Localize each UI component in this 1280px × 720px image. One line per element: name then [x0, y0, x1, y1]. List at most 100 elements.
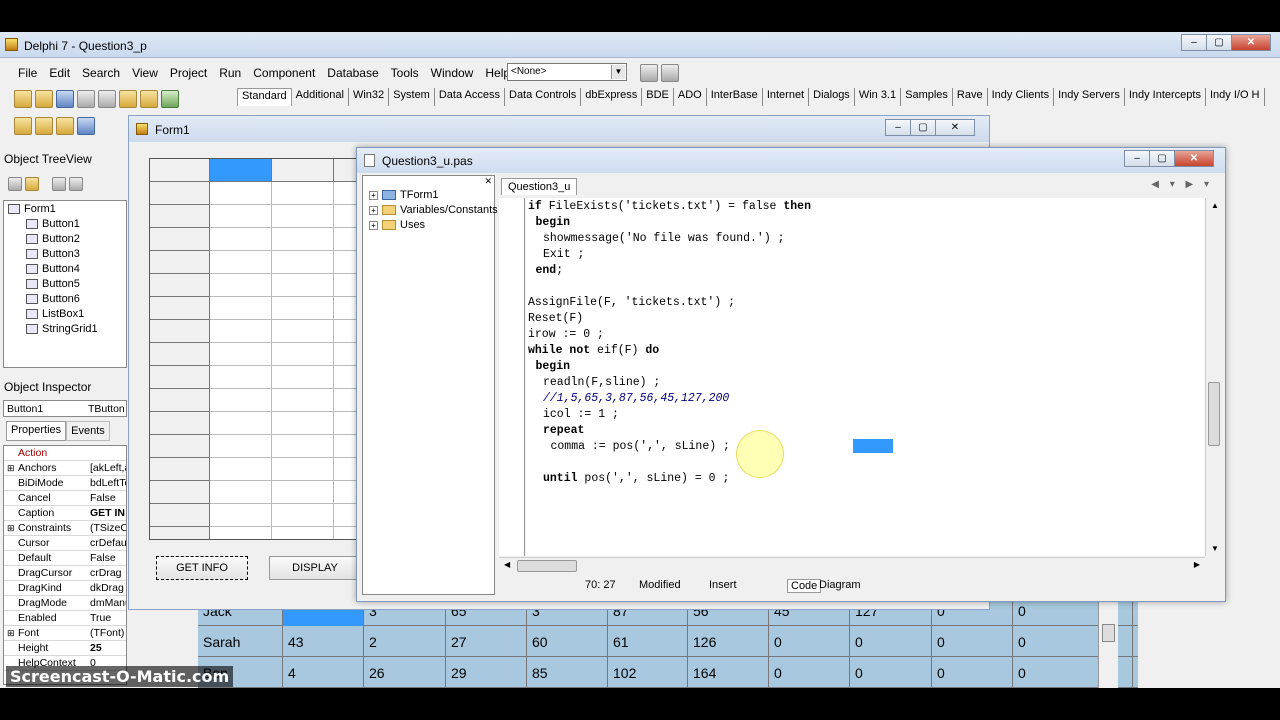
table-cell[interactable]: 0: [932, 657, 1013, 688]
scroll-left-icon[interactable]: ◀: [504, 560, 510, 569]
delete-icon[interactable]: [8, 177, 22, 191]
grid-cell[interactable]: [210, 228, 272, 251]
grid-cell[interactable]: [150, 481, 210, 504]
property-row[interactable]: ⊞Constraints (TSizeCo: [4, 521, 126, 536]
table-cell[interactable]: 0: [850, 626, 932, 657]
horizontal-scroll-thumb[interactable]: [517, 560, 577, 572]
code-line[interactable]: end;: [536, 264, 564, 277]
stringgrid1[interactable]: [149, 158, 359, 540]
table-cell[interactable]: 26: [364, 657, 446, 688]
grid-cell[interactable]: [272, 527, 334, 539]
grid-cell[interactable]: [150, 205, 210, 228]
grid-cell[interactable]: [272, 412, 334, 435]
code-line[interactable]: comma := pos(',', sLine) ;: [551, 440, 730, 453]
get-info-button[interactable]: GET INFO: [156, 556, 248, 580]
palette-tab-indy-servers[interactable]: Indy Servers: [1054, 88, 1125, 106]
nav-arrows-icon[interactable]: ◀ ▾ ▶ ▾: [1151, 179, 1213, 190]
code-line[interactable]: readln(F,sline) ;: [543, 376, 660, 389]
grid-cell[interactable]: [150, 320, 210, 343]
property-row[interactable]: Enabled True: [4, 611, 126, 626]
debug-desktop-icon[interactable]: [661, 64, 679, 82]
palette-tab-dialogs[interactable]: Dialogs: [809, 88, 855, 106]
new-icon[interactable]: [14, 90, 32, 108]
maximize-icon[interactable]: ▢: [910, 119, 936, 136]
code-line[interactable]: AssignFile(F, 'tickets.txt') ;: [528, 296, 735, 309]
minimize-icon[interactable]: –: [885, 119, 911, 136]
property-value[interactable]: dmManu: [90, 597, 126, 609]
code-line[interactable]: Exit ;: [543, 248, 584, 261]
table-cell[interactable]: 164: [688, 657, 769, 688]
menu-edit[interactable]: Edit: [43, 66, 76, 80]
grid-cell[interactable]: [272, 297, 334, 320]
grid-cell[interactable]: [210, 320, 272, 343]
app-grid-scrollbar[interactable]: [1098, 598, 1118, 688]
tree-item[interactable]: Button6: [26, 293, 80, 305]
vertical-scroll-thumb[interactable]: [1208, 382, 1220, 446]
palette-tab-win32[interactable]: Win32: [349, 88, 390, 106]
new-item-icon[interactable]: [25, 177, 39, 191]
property-value[interactable]: (TFont): [90, 627, 126, 639]
code-line[interactable]: showmessage('No file was found.') ;: [543, 232, 785, 245]
property-row[interactable]: DragKind dkDrag: [4, 581, 126, 596]
grid-cell[interactable]: [150, 366, 210, 389]
property-row[interactable]: DragMode dmManu: [4, 596, 126, 611]
grid-cell[interactable]: [272, 366, 334, 389]
grid-cell[interactable]: [210, 481, 272, 504]
grid-cell[interactable]: [272, 274, 334, 297]
tree-item[interactable]: Button3: [26, 248, 80, 260]
code-line[interactable]: begin: [536, 360, 571, 373]
property-value[interactable]: GET IN: [90, 507, 126, 519]
menu-tools[interactable]: Tools: [385, 66, 425, 80]
code-line[interactable]: until pos(',', sLine) = 0 ;: [543, 472, 729, 485]
close-icon[interactable]: ✕: [1174, 150, 1214, 167]
table-cell[interactable]: 0: [769, 626, 850, 657]
tree-item[interactable]: Button2: [26, 233, 80, 245]
palette-tab-ado[interactable]: ADO: [674, 88, 707, 106]
expand-icon[interactable]: ⊞: [7, 463, 15, 474]
grid-cell[interactable]: [210, 343, 272, 366]
palette-tab-system[interactable]: System: [389, 88, 435, 106]
grid-cell[interactable]: [150, 274, 210, 297]
grid-cell[interactable]: [272, 228, 334, 251]
maximize-icon[interactable]: ▢: [1149, 150, 1175, 167]
toggle-form-unit-icon[interactable]: [56, 117, 74, 135]
desktop-combo[interactable]: <None> ▼: [507, 63, 627, 81]
tree-item[interactable]: Button4: [26, 263, 80, 275]
editor-vertical-scrollbar[interactable]: ▲ ▼: [1205, 198, 1222, 556]
table-cell[interactable]: 29: [446, 657, 527, 688]
property-value[interactable]: (TSizeCo: [90, 522, 126, 534]
tree-item[interactable]: Button5: [26, 278, 80, 290]
explorer-item[interactable]: + Uses: [369, 219, 425, 231]
code-line[interactable]: icol := 1 ;: [543, 408, 619, 421]
remove-file-icon[interactable]: [140, 90, 158, 108]
grid-cell[interactable]: [210, 504, 272, 527]
tab-events[interactable]: Events: [66, 421, 110, 441]
property-value[interactable]: True: [90, 612, 126, 624]
tab-diagram[interactable]: Diagram: [819, 579, 861, 591]
grid-cell[interactable]: [150, 228, 210, 251]
scroll-down-icon[interactable]: ▼: [1211, 544, 1219, 553]
property-row[interactable]: Cancel False: [4, 491, 126, 506]
property-row[interactable]: Caption GET IN: [4, 506, 126, 521]
grid-cell[interactable]: [150, 159, 210, 182]
expand-icon[interactable]: ⊞: [7, 523, 15, 534]
grid-cell[interactable]: [272, 182, 334, 205]
code-line[interactable]: Reset(F): [528, 312, 583, 325]
property-row[interactable]: ⊞ Font (TFont): [4, 626, 126, 641]
property-value[interactable]: False: [90, 492, 126, 504]
save-desktop-icon[interactable]: [640, 64, 658, 82]
grid-cell[interactable]: [150, 504, 210, 527]
open-project-icon[interactable]: [98, 90, 116, 108]
minimize-icon[interactable]: –: [1181, 34, 1207, 51]
table-cell[interactable]: Sarah: [198, 626, 283, 657]
grid-cell[interactable]: [210, 389, 272, 412]
grid-cell[interactable]: [210, 458, 272, 481]
view-unit-icon[interactable]: [14, 117, 32, 135]
grid-cell[interactable]: [210, 182, 272, 205]
maximize-icon[interactable]: ▢: [1206, 34, 1232, 51]
app-grid-scroll-thumb[interactable]: [1102, 624, 1115, 642]
explorer-item[interactable]: + Variables/Constants: [369, 204, 498, 216]
grid-cell[interactable]: [150, 435, 210, 458]
property-value[interactable]: 25: [90, 642, 126, 654]
property-row[interactable]: Action: [4, 446, 126, 461]
